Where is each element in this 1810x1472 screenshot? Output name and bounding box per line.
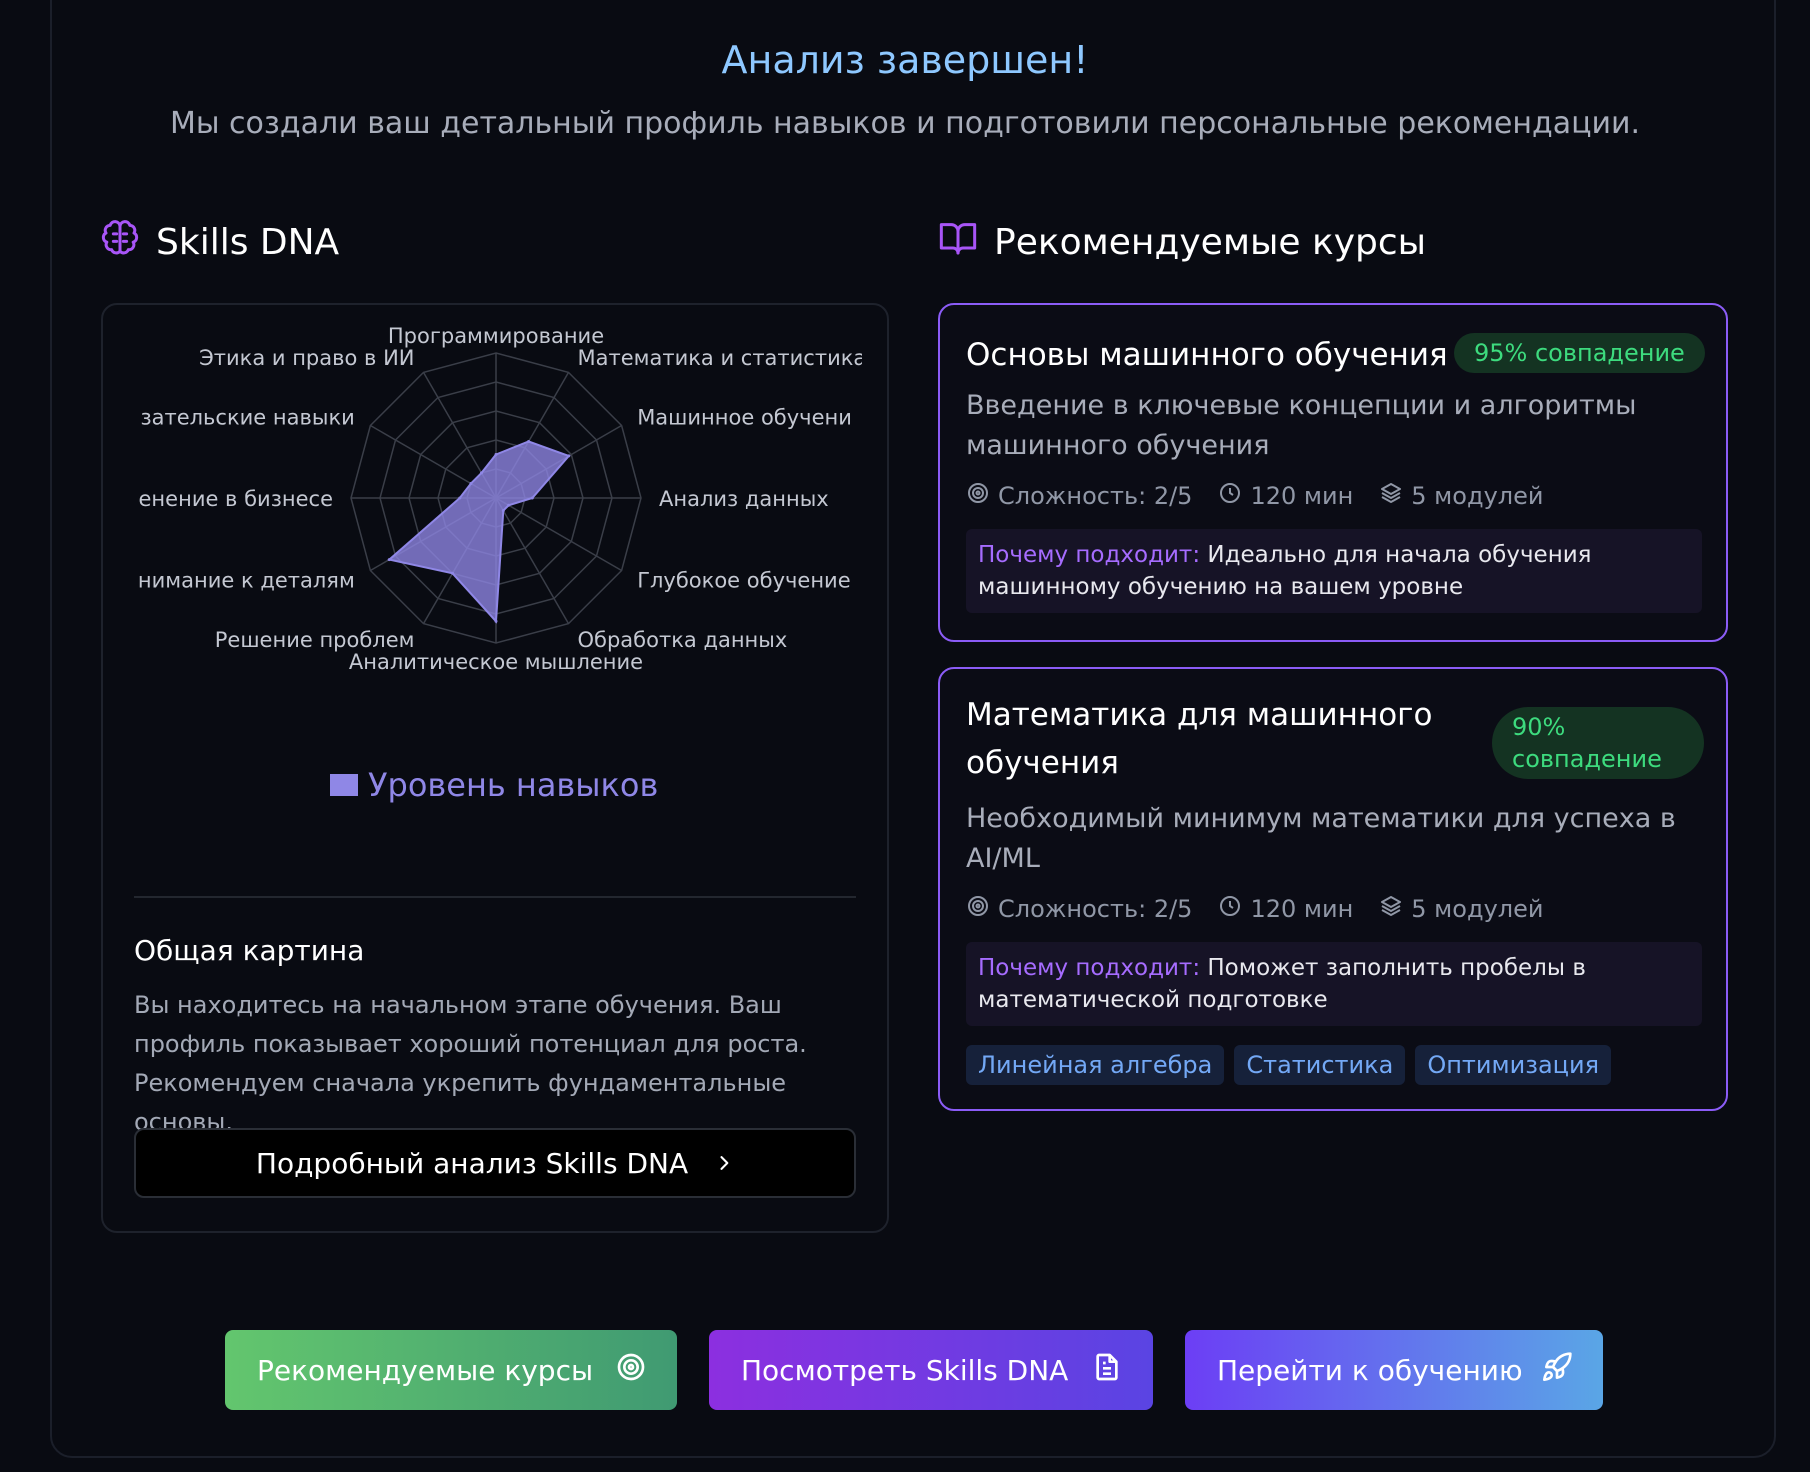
- why-fits-box: Почему подходит: Идеально для начала обу…: [966, 529, 1702, 613]
- radar-axis-label: зательские навыки: [140, 406, 354, 430]
- difficulty: Сложность: 2/5: [966, 481, 1192, 511]
- clock-icon: [1218, 894, 1242, 924]
- radar-point: [494, 453, 498, 456]
- course-title: Основы машинного обучения: [966, 337, 1448, 373]
- course-title-line2: обучения: [966, 745, 1119, 781]
- detailed-analysis-label: Подробный анализ Skills DNA: [255, 1146, 689, 1180]
- duration: 120 мин: [1218, 481, 1353, 511]
- radar-axis-label: Решение проблем: [215, 628, 415, 652]
- rocket-icon: [1541, 1351, 1573, 1390]
- radar-axis-label: Математика и статистика: [578, 346, 863, 370]
- modules: 5 модулей: [1379, 481, 1543, 511]
- radar-point: [494, 619, 498, 623]
- tag[interactable]: Статистика: [1234, 1045, 1406, 1085]
- courses-heading: Рекомендуемые курсы: [938, 218, 1426, 267]
- course-card[interactable]: Математика для машинного обучения 90% со…: [938, 667, 1728, 1111]
- skills-radar-chart: ПрограммированиеМатематика и статистика М…: [138, 324, 863, 674]
- legend-swatch: [330, 774, 358, 796]
- match-badge: 90% совпадение: [1492, 707, 1704, 779]
- tag[interactable]: Линейная алгебра: [966, 1045, 1225, 1085]
- modules-text: 5 модулей: [1411, 482, 1544, 510]
- course-tags: Линейная алгебра Статистика Оптимизация: [966, 1045, 1612, 1085]
- radar-axis-label: нимание к деталям: [138, 569, 355, 593]
- radar-point: [507, 503, 511, 507]
- recommended-courses-label: Рекомендуемые курсы: [257, 1353, 594, 1387]
- target-icon: [966, 481, 990, 511]
- go-to-learning-label: Перейти к обучению: [1217, 1353, 1523, 1387]
- radar-axis-label: Глубокое обучение: [637, 569, 850, 593]
- brain-icon: [100, 218, 140, 267]
- match-badge-line2: совпадение: [1512, 745, 1662, 773]
- radar-point: [451, 571, 454, 575]
- match-badge-line1: 90%: [1512, 713, 1566, 741]
- view-skills-dna-label: Посмотреть Skills DNA: [741, 1353, 1069, 1387]
- view-skills-dna-button[interactable]: Посмотреть Skills DNA: [709, 1330, 1153, 1410]
- duration: 120 мин: [1218, 894, 1353, 924]
- recommended-courses-button[interactable]: Рекомендуемые курсы: [225, 1330, 677, 1410]
- page-title: Анализ завершен!: [721, 38, 1089, 82]
- overview-text: Вы находитесь на начальном этапе обучени…: [134, 991, 807, 1136]
- target-icon: [615, 1351, 647, 1390]
- layers-icon: [1379, 894, 1403, 924]
- course-title-line1: Математика для машинного: [966, 697, 1433, 733]
- course-title: Математика для машинного обучения: [966, 691, 1432, 787]
- radar-point: [567, 454, 571, 458]
- chart-legend: Уровень навыков: [330, 766, 658, 804]
- divider: [134, 896, 856, 898]
- duration-text: 120 мин: [1250, 895, 1354, 923]
- radar-point: [387, 558, 391, 562]
- course-meta: Сложность: 2/5 120 мин 5 модулей: [966, 481, 1543, 511]
- course-meta: Сложность: 2/5 120 мин 5 модулей: [966, 894, 1543, 924]
- difficulty-text: Сложность: 2/5: [998, 895, 1193, 923]
- go-to-learning-button[interactable]: Перейти к обучению: [1185, 1330, 1603, 1410]
- radar-point: [469, 482, 473, 485]
- radar-point: [458, 496, 462, 500]
- document-icon: [1091, 1351, 1123, 1390]
- page-subtitle: Мы создали ваш детальный профиль навыков…: [169, 106, 1641, 141]
- book-icon: [938, 218, 978, 267]
- radar-axis-label: Обработка данных: [578, 628, 788, 652]
- radar-point: [480, 471, 483, 475]
- layers-icon: [1379, 481, 1403, 511]
- tag[interactable]: Оптимизация: [1415, 1045, 1612, 1085]
- course-description: Необходимый минимум математики для успех…: [966, 803, 1676, 874]
- course-card[interactable]: Основы машинного обучения 95% совпадение…: [938, 303, 1728, 642]
- why-fits-label: Почему подходит:: [978, 542, 1201, 568]
- radar-point: [527, 440, 531, 443]
- modules-text: 5 модулей: [1411, 895, 1544, 923]
- radar-axis-label: Аналитическое мышление: [349, 650, 643, 674]
- radar-axis-label: Этика и право в ИИ: [199, 346, 414, 370]
- detailed-analysis-button[interactable]: Подробный анализ Skills DNA: [134, 1128, 856, 1198]
- radar-axis-label: Программирование: [388, 324, 604, 348]
- why-fits-label: Почему подходит:: [978, 955, 1201, 981]
- radar-axis-label: Анализ данных: [659, 487, 829, 511]
- legend-label: Уровень навыков: [368, 766, 659, 804]
- radar-axis-label: енение в бизнесе: [139, 487, 333, 511]
- radar-axis-label: Машинное обучени: [637, 406, 852, 430]
- difficulty: Сложность: 2/5: [966, 894, 1192, 924]
- chevron-right-icon: [714, 1147, 734, 1180]
- radar-point: [530, 496, 534, 500]
- target-icon: [966, 894, 990, 924]
- why-fits-box: Почему подходит: Поможет заполнить пробе…: [966, 942, 1702, 1026]
- match-badge: 95% совпадение: [1454, 333, 1705, 373]
- duration-text: 120 мин: [1250, 482, 1354, 510]
- courses-title: Рекомендуемые курсы: [994, 222, 1427, 263]
- skills-dna-title: Skills DNA: [156, 222, 340, 263]
- clock-icon: [1218, 481, 1242, 511]
- difficulty-text: Сложность: 2/5: [998, 482, 1193, 510]
- course-description: Введение в ключевые концепции и алгоритм…: [966, 390, 1637, 461]
- radar-point: [501, 509, 505, 513]
- skills-dna-heading: Skills DNA: [100, 218, 339, 267]
- overview-title: Общая картина: [134, 934, 365, 967]
- modules: 5 модулей: [1379, 894, 1543, 924]
